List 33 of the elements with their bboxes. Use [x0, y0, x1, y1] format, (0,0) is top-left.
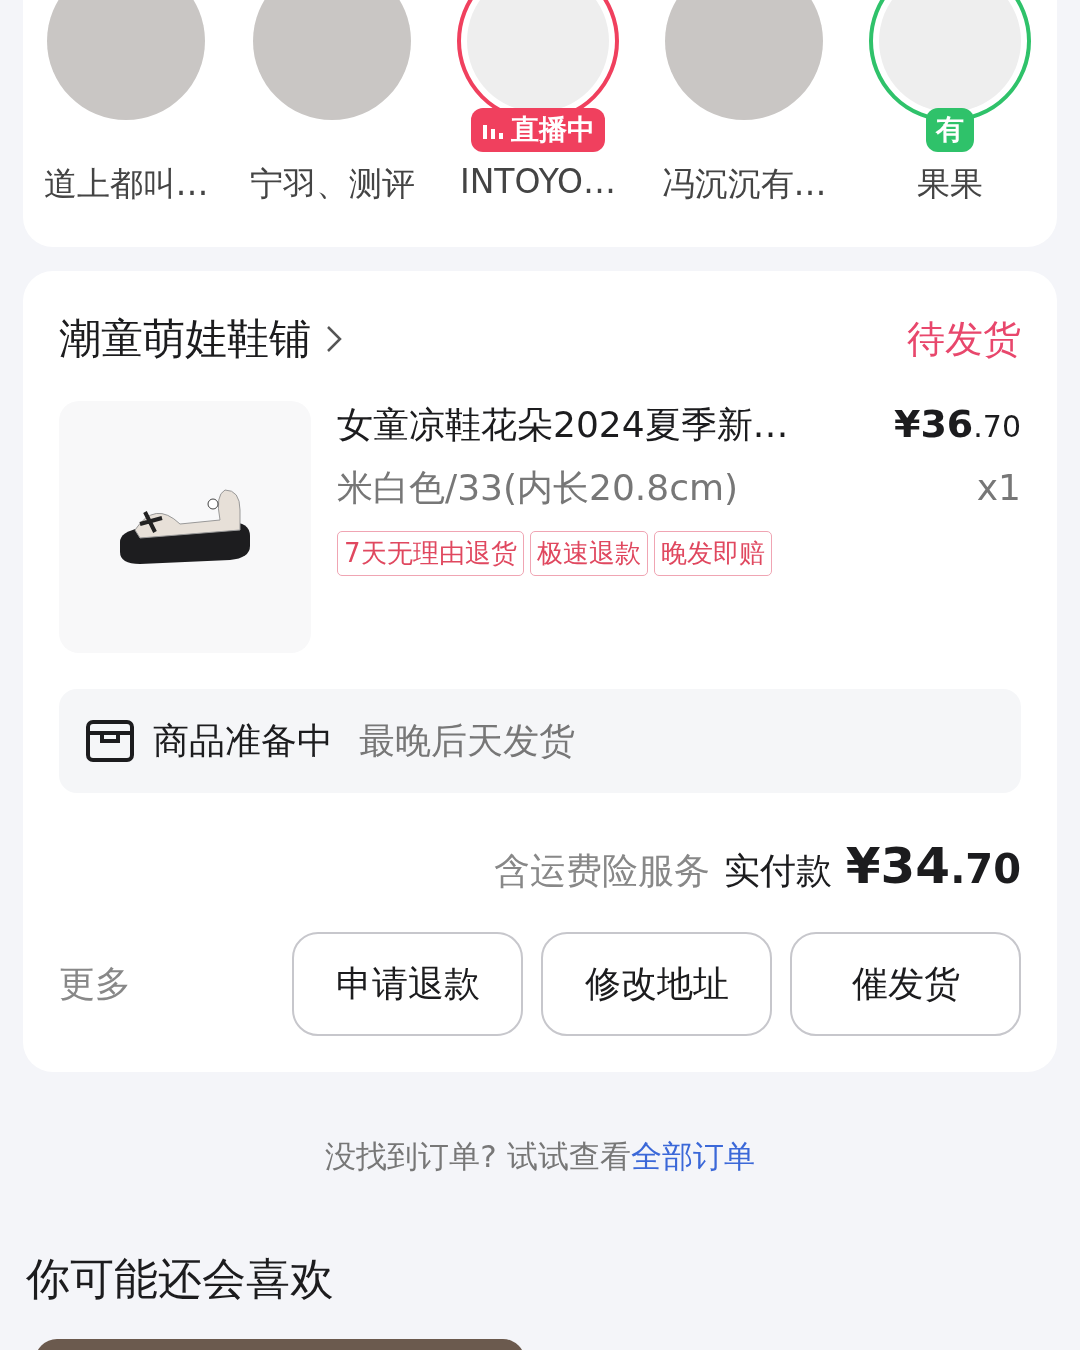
service-tag: 极速退款: [529, 531, 648, 576]
paid-label: 实付款: [723, 849, 832, 893]
action-button[interactable]: 催发货: [790, 932, 1021, 1036]
product-price: ¥36.70: [893, 402, 1021, 446]
action-button[interactable]: 修改地址: [541, 932, 772, 1036]
service-tag: 晚发即赔: [653, 531, 772, 576]
avatar-photo[interactable]: [879, 0, 1021, 112]
chevron-right-icon: [325, 324, 343, 354]
all-orders-link[interactable]: 全部订单: [630, 1138, 755, 1174]
order-status: 待发货: [907, 315, 1021, 363]
product-title[interactable]: 女童凉鞋花朵2024夏季新…: [337, 401, 789, 450]
follow-name[interactable]: 果果: [917, 162, 983, 207]
section-title: 你可能还会喜欢: [26, 1252, 334, 1306]
product-image[interactable]: [59, 401, 311, 653]
progress-note: 最晚后天发货: [359, 718, 575, 763]
shop-name[interactable]: 潮童萌娃鞋铺: [59, 311, 343, 367]
insurance-note: 含运费险服务: [493, 849, 710, 893]
live-badge: 有: [926, 108, 974, 152]
order-hint: 没找到订单? 试试查看全部订单: [325, 1137, 755, 1176]
follow-name[interactable]: 道上都叫…: [43, 162, 209, 207]
follow-name[interactable]: 冯沉沉有…: [661, 162, 827, 207]
product-spec: 米白色/33(内长20.8cm): [337, 466, 739, 510]
follow-name[interactable]: INTOYO…: [459, 162, 617, 201]
live-badge: 直播中: [471, 108, 605, 152]
package-icon: [85, 719, 135, 763]
shipping-status-panel[interactable]: 商品准备中 最晚后天发货: [59, 689, 1021, 793]
action-button[interactable]: 申请退款: [292, 932, 523, 1036]
more-link[interactable]: 更多: [59, 959, 131, 1009]
follow-name[interactable]: 宁羽、测评: [249, 162, 415, 207]
paid-amount: ¥34.70: [845, 837, 1021, 895]
service-tag: 7天无理由退货: [337, 531, 524, 576]
product-quantity: x1: [976, 467, 1021, 508]
progress-label: 商品准备中: [153, 718, 333, 763]
